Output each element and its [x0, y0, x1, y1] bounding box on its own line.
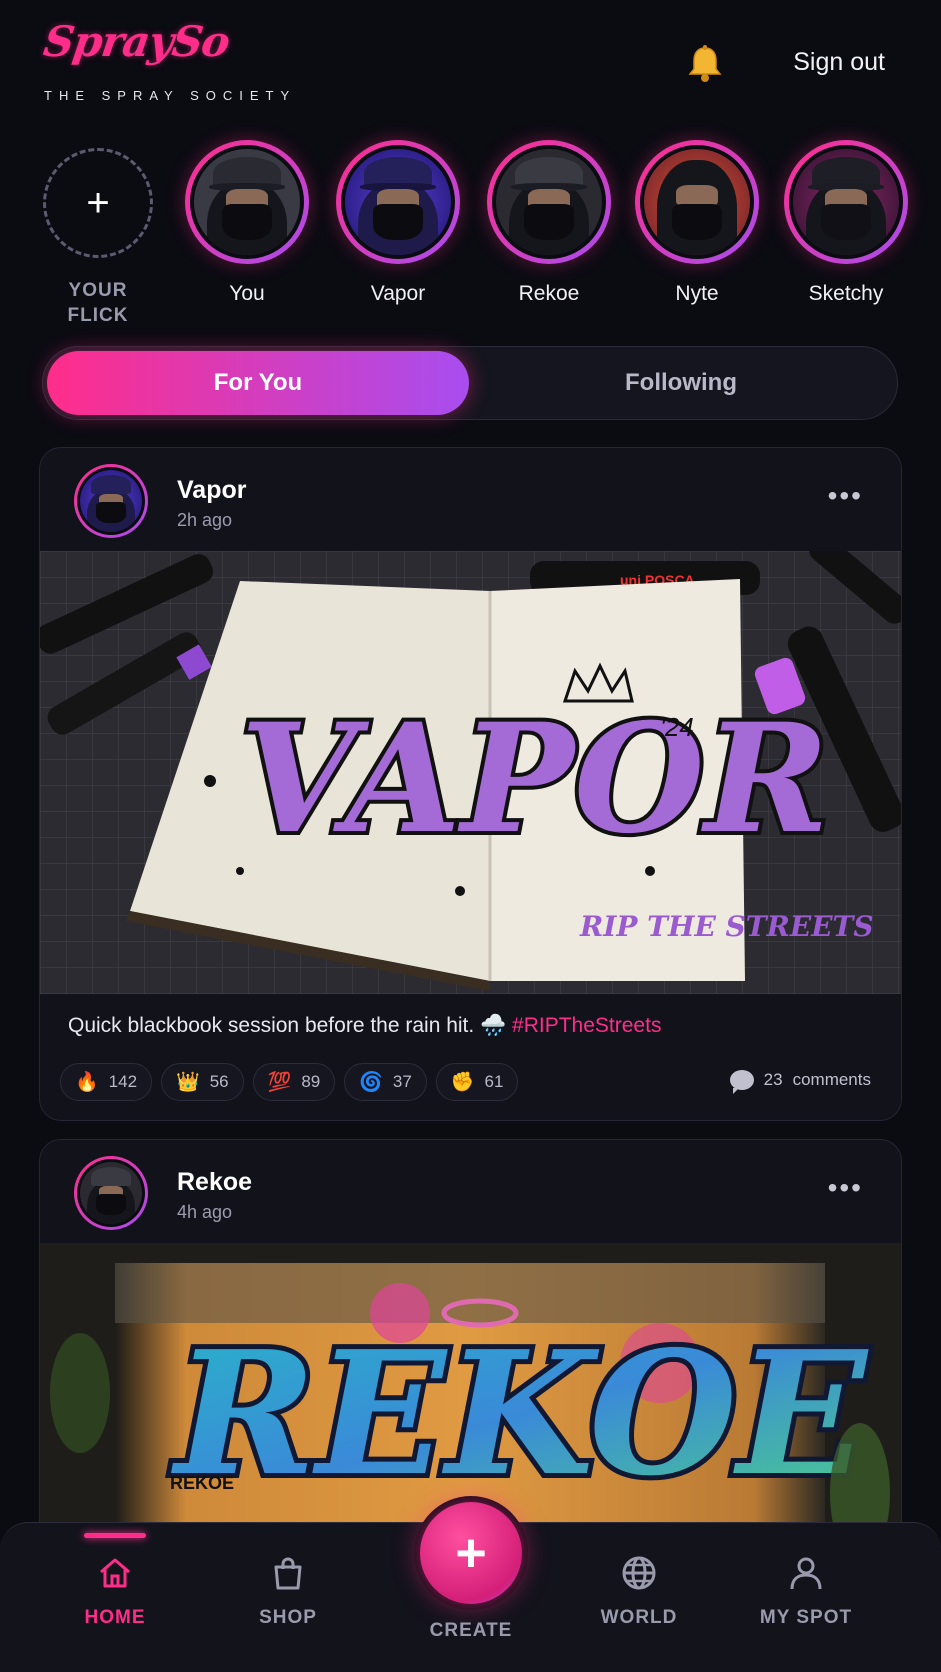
story-add-flick[interactable]: + YOUR FLICK [28, 140, 168, 328]
reaction-fist[interactable]: ✊ 61 [435, 1063, 519, 1101]
post-header: Vapor 2h ago ••• [40, 448, 901, 552]
post-header: Rekoe 4h ago ••• [40, 1140, 901, 1244]
story-ring [185, 140, 309, 264]
reaction-swirl[interactable]: 🌀 37 [344, 1063, 427, 1101]
crown-icon: 👑 [176, 1072, 200, 1093]
artwork-lettering: REKOE [171, 1314, 869, 1514]
plus-icon: + [86, 181, 110, 225]
tab-for-you[interactable]: For You [47, 351, 469, 415]
comments-button[interactable]: 23 comments [729, 1070, 871, 1094]
nav-my-spot[interactable]: MY SPOT [736, 1523, 876, 1629]
artwork-tag: RIP THE STREETS [579, 910, 874, 943]
add-story-label: YOUR FLICK [67, 280, 129, 326]
reaction-crown[interactable]: 👑 56 [161, 1063, 244, 1101]
story-label: Vapor [370, 282, 426, 305]
story-ring [635, 140, 759, 264]
story-ring [336, 140, 460, 264]
story-nyte[interactable]: Nyte [627, 140, 767, 306]
post-username[interactable]: Vapor [177, 476, 246, 505]
story-label: You [229, 282, 265, 305]
stories-row: + YOUR FLICK You Vapor Rekoe Nyte Sketch… [0, 140, 941, 340]
comments-label: comments [792, 1070, 871, 1089]
tab-following[interactable]: Following [469, 351, 893, 415]
story-label: Rekoe [518, 282, 580, 305]
post-card: Vapor 2h ago ••• uni POSCA VAPOR '24 RIP… [39, 447, 902, 1121]
artwork-year: '24 [660, 712, 694, 742]
shopping-bag-icon [218, 1551, 358, 1595]
artwork-signature: REKOE [170, 1473, 234, 1493]
story-vapor[interactable]: Vapor [328, 140, 468, 306]
story-you[interactable]: You [177, 140, 317, 306]
artwork-lettering: VAPOR [240, 691, 829, 867]
feed-tabs: For You Following [42, 346, 898, 420]
story-ring [487, 140, 611, 264]
post-caption: Quick blackbook session before the rain … [68, 1014, 662, 1037]
reaction-fire[interactable]: 🔥 142 [60, 1063, 153, 1101]
home-icon [45, 1551, 185, 1595]
user-icon [736, 1551, 876, 1595]
post-timestamp: 4h ago [177, 1202, 233, 1222]
fist-icon: ✊ [450, 1072, 475, 1093]
logo-tagline: THE SPRAY SOCIETY [44, 88, 297, 103]
create-button[interactable]: + [414, 1496, 528, 1610]
app-header: SpraySo THE SPRAY SOCIETY Sign out [0, 0, 941, 130]
plus-icon: + [455, 1523, 487, 1583]
story-ring [784, 140, 908, 264]
post-timestamp: 2h ago [177, 510, 233, 530]
nav-create-label: CREATE [429, 1620, 513, 1641]
reaction-hundred[interactable]: 💯 89 [252, 1063, 336, 1101]
nav-shop[interactable]: SHOP [218, 1523, 358, 1629]
avatar [345, 149, 451, 255]
story-label: Nyte [675, 282, 719, 305]
reaction-bar: 🔥 142 👑 56 💯 89 🌀 37 ✊ 61 [60, 1063, 519, 1103]
more-options-icon[interactable]: ••• [828, 1174, 863, 1202]
nav-world[interactable]: WORLD [569, 1523, 709, 1629]
comments-count: 23 [763, 1070, 783, 1089]
bell-icon[interactable] [683, 42, 727, 86]
app-logo[interactable]: SpraySo THE SPRAY SOCIETY [41, 17, 297, 103]
add-story-ring[interactable]: + [43, 148, 153, 258]
avatar[interactable] [74, 1156, 148, 1230]
comment-icon [729, 1070, 754, 1094]
post-username[interactable]: Rekoe [177, 1168, 252, 1197]
hashtag-link[interactable]: #RIPTheStreets [512, 1014, 661, 1037]
more-options-icon[interactable]: ••• [828, 482, 863, 510]
globe-icon [569, 1551, 709, 1595]
fire-icon: 🔥 [75, 1072, 99, 1093]
story-label: Sketchy [808, 282, 884, 305]
avatar [194, 149, 300, 255]
avatar [793, 149, 899, 255]
hundred-icon: 💯 [267, 1072, 292, 1093]
sign-out-button[interactable]: Sign out [793, 48, 885, 77]
logo-wordmark: SpraySo [40, 17, 233, 66]
avatar [496, 149, 602, 255]
post-image[interactable]: uni POSCA VAPOR '24 RIP THE STREETS [40, 551, 901, 994]
story-rekoe[interactable]: Rekoe [479, 140, 619, 306]
avatar [644, 149, 750, 255]
nav-home[interactable]: HOME [45, 1523, 185, 1629]
avatar[interactable] [74, 464, 148, 538]
swirl-icon: 🌀 [359, 1072, 383, 1093]
story-sketchy[interactable]: Sketchy [776, 140, 916, 306]
